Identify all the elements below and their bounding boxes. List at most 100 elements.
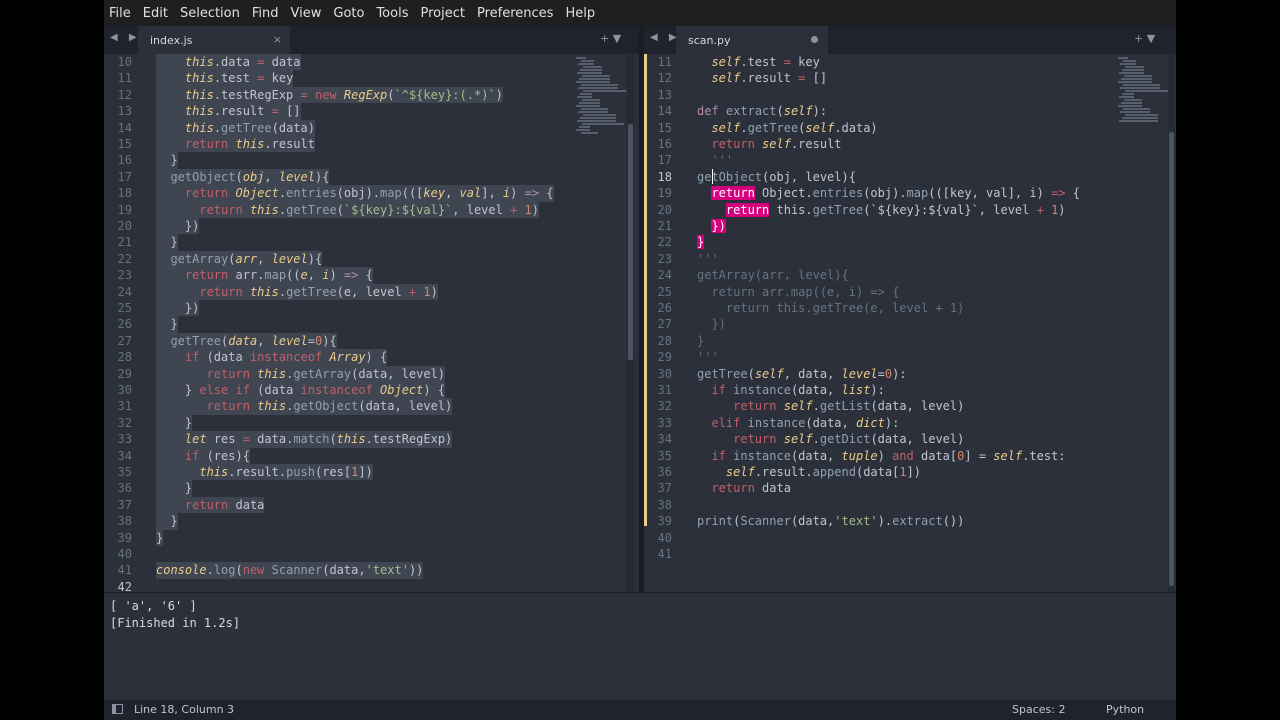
line-number[interactable]: 35: [644, 448, 672, 464]
line-number[interactable]: 23: [644, 251, 672, 267]
code-line[interactable]: 34 return self.getDict(data, level): [644, 431, 1176, 447]
code-line[interactable]: 34 if (res){: [104, 447, 639, 464]
code-line[interactable]: 25 }): [104, 300, 639, 317]
code-line[interactable]: 42: [104, 579, 639, 592]
line-number[interactable]: 28: [104, 349, 132, 365]
code-line[interactable]: 37 return data: [644, 480, 1176, 496]
code-line[interactable]: 28}: [644, 333, 1176, 349]
line-number[interactable]: 14: [644, 103, 672, 119]
line-number[interactable]: 32: [104, 415, 132, 431]
line-number[interactable]: 18: [644, 169, 672, 185]
code-line[interactable]: 20 }): [104, 218, 639, 235]
menu-help[interactable]: Help: [559, 6, 601, 21]
line-number[interactable]: 38: [644, 497, 672, 513]
line-number[interactable]: 41: [644, 546, 672, 562]
line-number[interactable]: 14: [104, 120, 132, 136]
line-number[interactable]: 39: [644, 513, 672, 529]
line-number[interactable]: 15: [644, 120, 672, 136]
code-line[interactable]: 23 ''': [644, 251, 1176, 267]
line-number[interactable]: 23: [104, 267, 132, 283]
code-line[interactable]: 29 ''': [644, 349, 1176, 365]
code-line[interactable]: 39 print(Scanner(data,'text').extract()): [644, 513, 1176, 529]
line-number[interactable]: 33: [104, 431, 132, 447]
line-number[interactable]: 29: [644, 349, 672, 365]
line-number[interactable]: 12: [644, 70, 672, 86]
line-number[interactable]: 13: [644, 87, 672, 103]
line-number[interactable]: 32: [644, 398, 672, 414]
minimap[interactable]: [576, 56, 626, 136]
line-number[interactable]: 12: [104, 87, 132, 103]
code-line[interactable]: 18 getObject(obj, level){: [644, 169, 1176, 185]
new-tab-dropdown-icon[interactable]: + ▼: [600, 32, 621, 45]
line-number[interactable]: 37: [104, 497, 132, 513]
code-line[interactable]: 31 if instance(data, list):: [644, 382, 1176, 398]
line-number[interactable]: 30: [644, 366, 672, 382]
line-number[interactable]: 35: [104, 464, 132, 480]
code-line[interactable]: 38 }: [104, 513, 639, 530]
line-number[interactable]: 21: [104, 234, 132, 250]
code-line[interactable]: 31 return this.getObject(data, level): [104, 398, 639, 415]
code-line[interactable]: 33 elif instance(data, dict):: [644, 415, 1176, 431]
code-line[interactable]: 11 self.test = key: [644, 54, 1176, 70]
line-number[interactable]: 37: [644, 480, 672, 496]
menu-tools[interactable]: Tools: [370, 6, 414, 21]
menu-selection[interactable]: Selection: [174, 6, 246, 21]
code-line[interactable]: 24 getArray(arr, level){: [644, 267, 1176, 283]
menu-edit[interactable]: Edit: [137, 6, 174, 21]
menu-file[interactable]: File: [104, 6, 137, 21]
vertical-scrollbar[interactable]: [627, 54, 634, 592]
code-line[interactable]: 41 console.log(new Scanner(data,'text')): [104, 562, 639, 579]
code-line[interactable]: 28 if (data instanceof Array) {: [104, 349, 639, 366]
code-line[interactable]: 23 return arr.map((e, i) => {: [104, 267, 639, 284]
menu-view[interactable]: View: [285, 6, 328, 21]
line-number[interactable]: 26: [644, 300, 672, 316]
menu-find[interactable]: Find: [246, 6, 285, 21]
line-number[interactable]: 19: [104, 202, 132, 218]
line-number[interactable]: 33: [644, 415, 672, 431]
line-number[interactable]: 38: [104, 513, 132, 529]
menu-preferences[interactable]: Preferences: [471, 6, 559, 21]
tab-index-js[interactable]: index.js ×: [138, 26, 290, 54]
code-line[interactable]: 32 }: [104, 414, 639, 432]
code-line[interactable]: 40: [104, 546, 639, 562]
code-line[interactable]: 29 return this.getArray(data, level): [104, 365, 639, 382]
code-line[interactable]: 16 }: [104, 152, 639, 169]
line-number[interactable]: 16: [104, 152, 132, 168]
code-line[interactable]: 19 return this.getTree(`${key}:${val}`, …: [104, 201, 639, 218]
code-line[interactable]: 19 return Object.entries(obj).map(([key,…: [644, 185, 1176, 201]
code-line[interactable]: 26 return this.getTree(e, level + 1): [644, 300, 1176, 316]
code-line[interactable]: 15 return this.result: [104, 136, 639, 153]
code-line[interactable]: 38: [644, 497, 1176, 513]
line-number[interactable]: 17: [104, 169, 132, 185]
code-line[interactable]: 22 getArray(arr, level){: [104, 250, 639, 268]
code-line[interactable]: 35 if instance(data, tuple) and data[0] …: [644, 448, 1176, 464]
code-line[interactable]: 20 return this.getTree(`${key}:${val}`, …: [644, 202, 1176, 218]
code-line[interactable]: 11 this.test = key: [104, 70, 639, 87]
line-number[interactable]: 22: [644, 234, 672, 250]
line-number[interactable]: 40: [104, 546, 132, 562]
code-line[interactable]: 17 getObject(obj, level){: [104, 168, 639, 186]
code-line[interactable]: 13: [644, 87, 1176, 103]
code-line[interactable]: 36 self.result.append(data[1]): [644, 464, 1176, 480]
line-number[interactable]: 19: [644, 185, 672, 201]
line-number[interactable]: 22: [104, 251, 132, 267]
menu-project[interactable]: Project: [414, 6, 470, 21]
line-number[interactable]: 11: [644, 54, 672, 70]
line-number[interactable]: 36: [104, 480, 132, 496]
code-line[interactable]: 14 this.getTree(data): [104, 119, 639, 136]
code-line[interactable]: 40: [644, 530, 1176, 546]
unsaved-dot-icon[interactable]: [811, 36, 818, 43]
syntax-selector[interactable]: Python: [1106, 703, 1144, 716]
close-icon[interactable]: ×: [273, 33, 282, 46]
line-number[interactable]: 36: [644, 464, 672, 480]
tab-nav-arrows[interactable]: ◀ ▶: [110, 32, 141, 43]
line-number[interactable]: 11: [104, 70, 132, 86]
left-editor-pane[interactable]: 10 this.data = data 11 this.test = key 12 …: [104, 54, 639, 592]
code-line[interactable]: 41: [644, 546, 1176, 562]
code-line[interactable]: 12 this.testRegExp = new RegExp(`^${key}…: [104, 86, 639, 104]
line-number[interactable]: 24: [104, 284, 132, 300]
line-number[interactable]: 13: [104, 103, 132, 119]
line-number[interactable]: 41: [104, 562, 132, 578]
code-line[interactable]: 27 getTree(data, level=0){: [104, 332, 639, 350]
panel-toggle-icon[interactable]: [112, 704, 123, 714]
